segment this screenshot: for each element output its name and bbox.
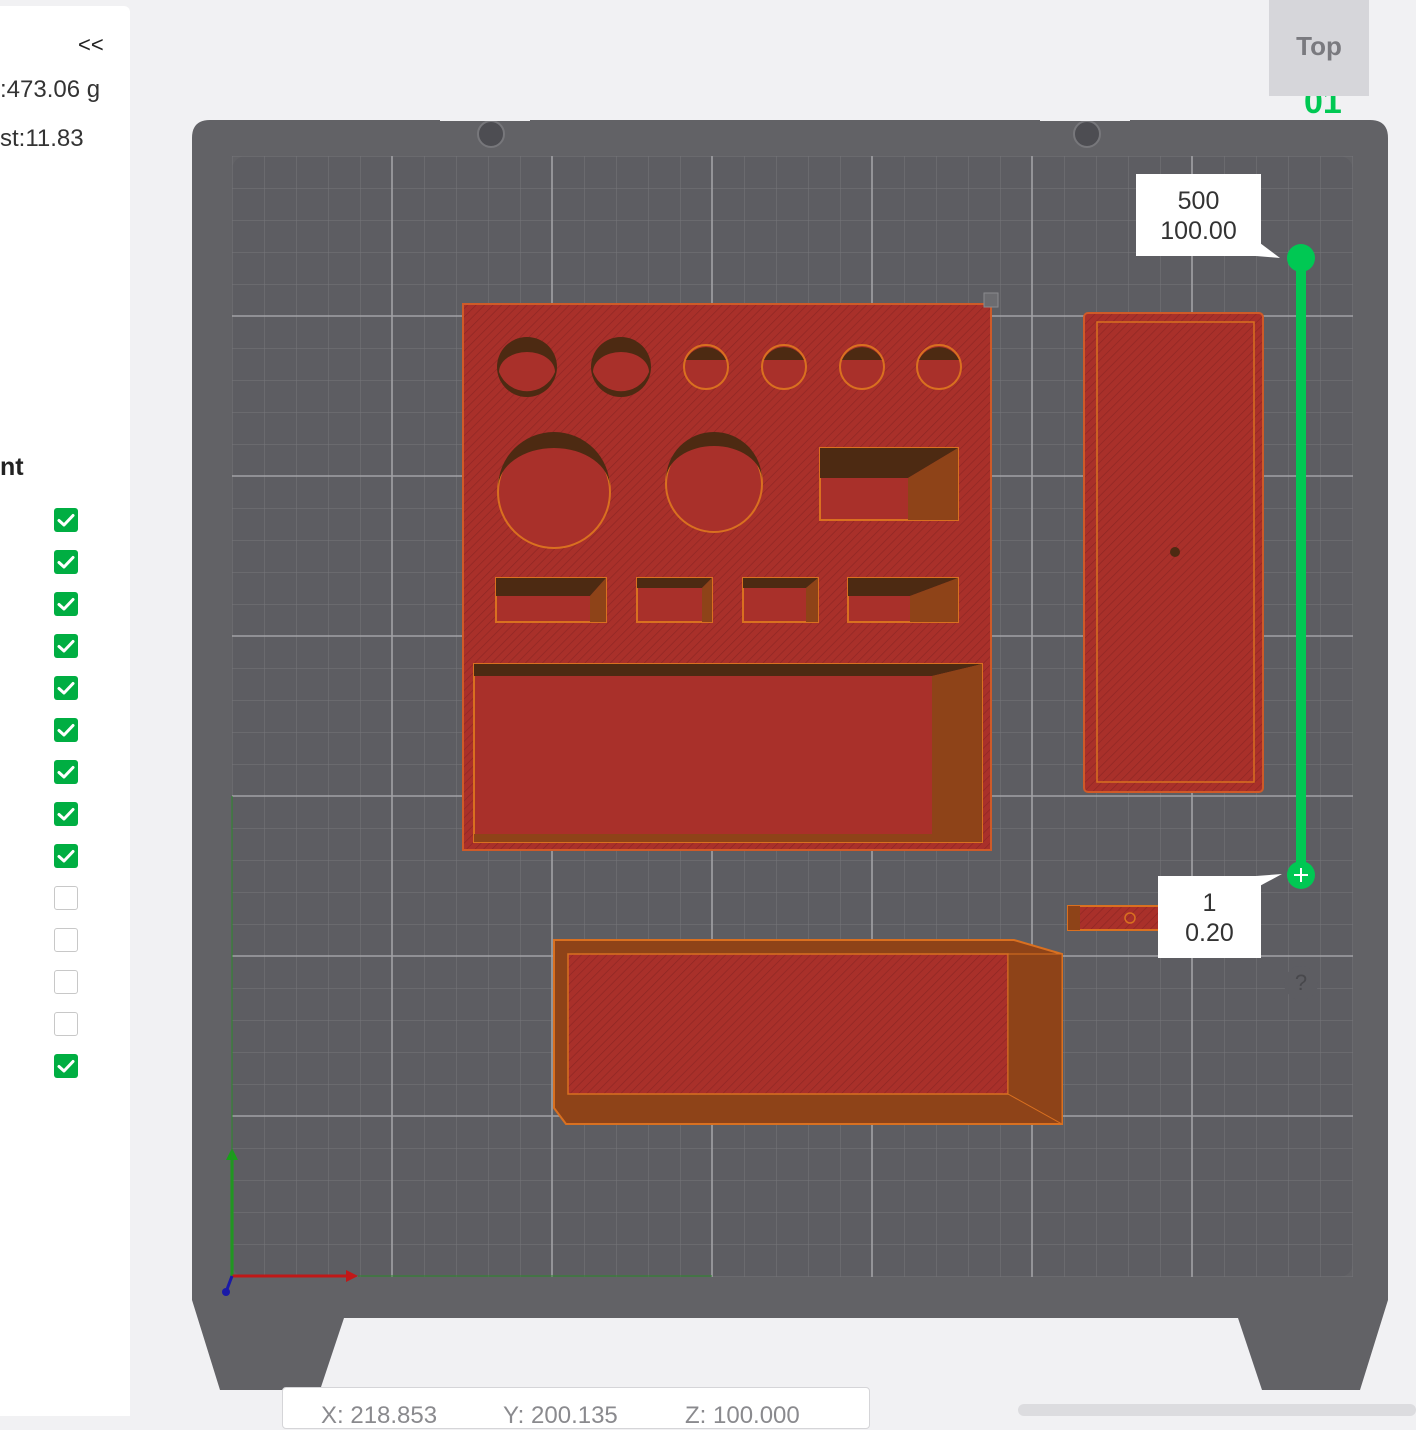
- coord-x: X: 218.853: [321, 1402, 438, 1429]
- layer-tooltip-top: 500 100.00: [1136, 174, 1261, 256]
- bottom-layer-height: 0.20: [1185, 919, 1234, 947]
- model-small-part[interactable]: [1067, 905, 1161, 931]
- plate-screw-left: [477, 120, 505, 148]
- layer-slider-upper-handle: [1287, 244, 1315, 272]
- coordinate-bar: X: 218.853 Y: 200.135 Z: 100.000: [282, 1387, 870, 1429]
- coord-z: Z: 100.000: [685, 1402, 800, 1429]
- coord-y: Y: 200.135: [503, 1402, 618, 1429]
- help-button[interactable]: ?: [1284, 966, 1318, 1000]
- model-box[interactable]: [553, 939, 1063, 1125]
- model-organizer[interactable]: [462, 292, 999, 851]
- top-layer-height: 100.00: [1160, 217, 1237, 245]
- top-layer-number: 500: [1177, 187, 1220, 215]
- layer-tooltip-bottom: 1 0.20: [1158, 876, 1261, 958]
- plate-screw-right: [1073, 120, 1101, 148]
- bottom-layer-number: 1: [1202, 889, 1217, 917]
- model-tall-tray[interactable]: [1083, 312, 1264, 793]
- view-top-button[interactable]: Top: [1269, 0, 1369, 96]
- horizontal-scrollbar[interactable]: [1018, 1404, 1416, 1416]
